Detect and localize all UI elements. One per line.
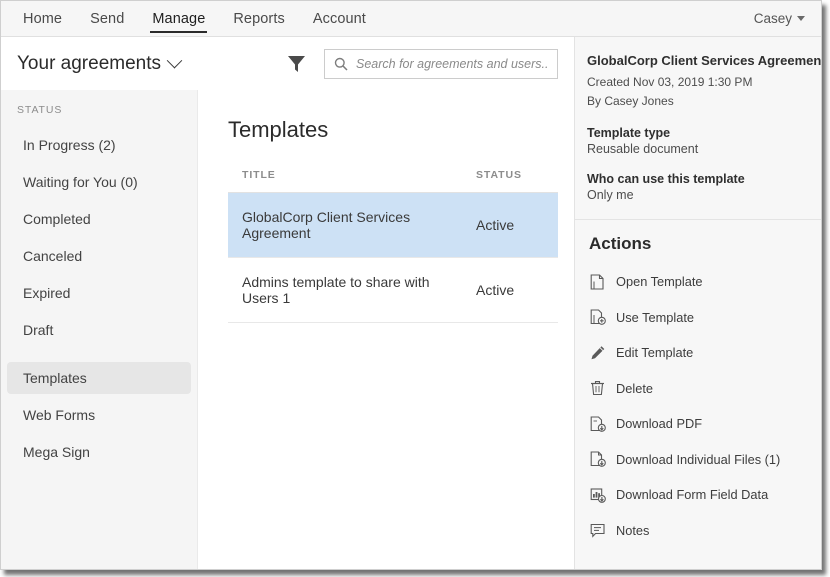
sidebar-item-draft[interactable]: Draft bbox=[7, 314, 191, 346]
table-row[interactable]: Admins template to share with Users 1 Ac… bbox=[228, 257, 558, 323]
search-input[interactable] bbox=[356, 56, 548, 71]
document-icon bbox=[589, 273, 606, 290]
filter-icon[interactable] bbox=[287, 55, 306, 73]
pdf-download-icon bbox=[589, 415, 606, 432]
sidebar-item-waiting-for-you[interactable]: Waiting for You (0) bbox=[7, 166, 191, 198]
details-panel: GlobalCorp Client Services Agreement Cre… bbox=[575, 37, 821, 569]
table-header-row: TITLE STATUS bbox=[228, 169, 558, 193]
action-delete-label: Delete bbox=[616, 380, 653, 396]
templates-table: TITLE STATUS GlobalCorp Client Services … bbox=[228, 169, 558, 323]
details-who-can-use-label: Who can use this template bbox=[587, 172, 745, 187]
nav-item-manage[interactable]: Manage bbox=[138, 1, 219, 36]
table-row[interactable]: GlobalCorp Client Services Agreement Act… bbox=[228, 192, 558, 258]
details-author: By Casey Jones bbox=[587, 93, 674, 108]
search-box[interactable] bbox=[324, 48, 558, 79]
action-edit-template[interactable]: Edit Template bbox=[587, 339, 809, 366]
application-window: Home Send Manage Reports Account Casey Y… bbox=[0, 0, 822, 570]
top-navigation-bar: Home Send Manage Reports Account Casey bbox=[1, 1, 821, 37]
details-template-type-value: Reusable document bbox=[587, 142, 699, 157]
action-open-template-label: Open Template bbox=[616, 274, 703, 290]
sidebar-item-completed[interactable]: Completed bbox=[7, 203, 191, 235]
column-header-status[interactable]: STATUS bbox=[462, 169, 558, 193]
actions-section: Actions Open Template Use Template Edit … bbox=[575, 220, 821, 552]
cell-title[interactable]: GlobalCorp Client Services Agreement bbox=[228, 192, 462, 258]
pencil-icon bbox=[589, 344, 606, 361]
nav-item-reports-label: Reports bbox=[233, 10, 285, 27]
action-delete[interactable]: Delete bbox=[587, 375, 809, 402]
sidebar-item-web-forms[interactable]: Web Forms bbox=[7, 399, 191, 431]
sidebar-title-label: Your agreements bbox=[17, 52, 162, 74]
note-icon bbox=[589, 522, 606, 539]
action-download-individual-files[interactable]: Download Individual Files (1) bbox=[587, 446, 809, 473]
column-header-title[interactable]: TITLE bbox=[228, 169, 462, 193]
sidebar-section-status-label: STATUS bbox=[17, 104, 63, 116]
action-edit-template-label: Edit Template bbox=[616, 345, 694, 361]
sidebar-item-expired[interactable]: Expired bbox=[7, 277, 191, 309]
cell-status[interactable]: Active bbox=[462, 257, 558, 323]
sidebar-item-mega-sign[interactable]: Mega Sign bbox=[7, 436, 191, 468]
search-icon bbox=[334, 57, 348, 71]
formdata-download-icon bbox=[589, 486, 606, 503]
nav-item-send-label: Send bbox=[90, 10, 125, 27]
sidebar-item-canceled[interactable]: Canceled bbox=[7, 240, 191, 272]
action-download-individual-files-label: Download Individual Files (1) bbox=[616, 451, 781, 467]
details-template-type-label: Template type bbox=[587, 126, 671, 141]
details-created-date: Created Nov 03, 2019 1:30 PM bbox=[587, 75, 753, 89]
chevron-down-icon bbox=[797, 16, 805, 21]
details-section: GlobalCorp Client Services Agreement Cre… bbox=[575, 37, 821, 221]
page-title: Templates bbox=[228, 117, 329, 142]
cell-title[interactable]: Admins template to share with Users 1 bbox=[228, 257, 462, 323]
action-open-template[interactable]: Open Template bbox=[587, 268, 809, 295]
user-menu[interactable]: Casey bbox=[754, 1, 807, 36]
main-content: Templates TITLE STATUS GlobalCorp Client… bbox=[198, 37, 575, 569]
body-wrapper: Your agreements STATUS In Progress (2) W… bbox=[1, 37, 821, 569]
nav-item-send[interactable]: Send bbox=[76, 1, 138, 36]
action-download-pdf[interactable]: Download PDF bbox=[587, 410, 809, 437]
cell-status[interactable]: Active bbox=[462, 192, 558, 258]
files-download-icon bbox=[589, 451, 606, 468]
action-download-form-field-data[interactable]: Download Form Field Data bbox=[587, 481, 809, 508]
nav-item-reports[interactable]: Reports bbox=[219, 1, 298, 36]
search-toolbar bbox=[198, 37, 574, 90]
nav-items: Home Send Manage Reports Account bbox=[9, 1, 380, 36]
nav-item-account-label: Account bbox=[312, 10, 366, 27]
details-document-title: GlobalCorp Client Services Agreement bbox=[587, 53, 821, 68]
sidebar-title-dropdown[interactable]: Your agreements bbox=[1, 37, 198, 90]
nav-item-manage-label: Manage bbox=[152, 10, 206, 27]
templates-section: Templates TITLE STATUS GlobalCorp Client… bbox=[198, 90, 574, 323]
actions-title: Actions bbox=[589, 234, 652, 254]
chevron-down-icon bbox=[166, 52, 183, 69]
nav-item-home[interactable]: Home bbox=[9, 1, 76, 36]
action-notes-label: Notes bbox=[616, 522, 650, 538]
sidebar-item-templates[interactable]: Templates bbox=[7, 362, 191, 394]
document-add-icon bbox=[589, 309, 606, 326]
sidebar: Your agreements STATUS In Progress (2) W… bbox=[1, 37, 198, 569]
action-download-form-field-data-label: Download Form Field Data bbox=[616, 487, 769, 503]
sidebar-list: STATUS In Progress (2) Waiting for You (… bbox=[1, 90, 198, 569]
details-who-can-use-value: Only me bbox=[587, 188, 634, 203]
action-notes[interactable]: Notes bbox=[587, 517, 809, 544]
action-download-pdf-label: Download PDF bbox=[616, 416, 703, 432]
action-use-template-label: Use Template bbox=[616, 309, 695, 325]
nav-item-account[interactable]: Account bbox=[299, 1, 380, 36]
templates-table-body: GlobalCorp Client Services Agreement Act… bbox=[228, 192, 558, 323]
user-menu-label: Casey bbox=[753, 11, 792, 26]
templates-table-head: TITLE STATUS bbox=[228, 169, 558, 193]
action-use-template[interactable]: Use Template bbox=[587, 304, 809, 331]
sidebar-divider-gap bbox=[1, 351, 197, 362]
trash-icon bbox=[589, 380, 606, 397]
sidebar-item-in-progress[interactable]: In Progress (2) bbox=[7, 129, 191, 161]
nav-item-home-label: Home bbox=[23, 10, 63, 27]
